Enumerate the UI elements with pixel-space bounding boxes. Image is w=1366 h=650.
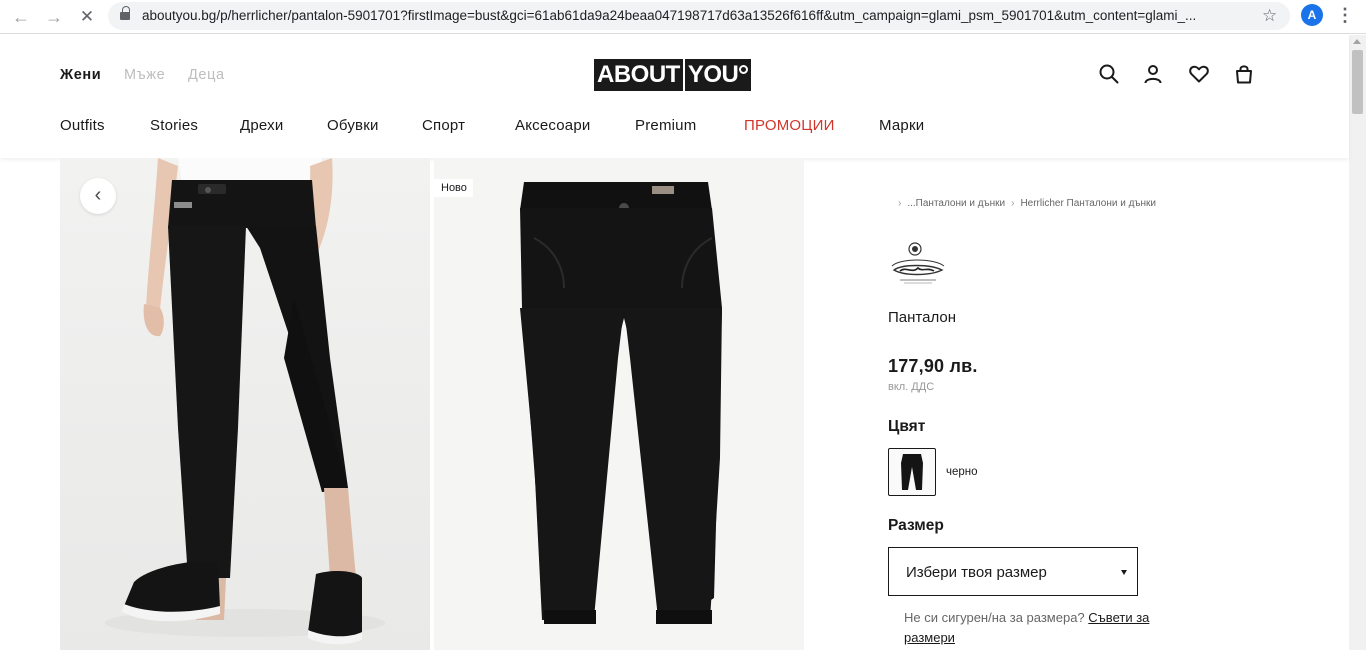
gender-tab-men[interactable]: Мъже bbox=[124, 67, 165, 83]
product-image-model[interactable]: ‹ bbox=[60, 158, 430, 650]
color-name: черно bbox=[946, 466, 978, 478]
chevron-right-icon: › bbox=[1011, 198, 1015, 209]
product-name: Панталон bbox=[888, 309, 956, 326]
breadcrumb: › ...Панталони и дънки › Herrlicher Пантало… bbox=[898, 198, 1156, 209]
back-arrow-icon[interactable]: ← bbox=[8, 4, 34, 30]
vat-note: вкл. ДДС bbox=[888, 381, 935, 393]
search-icon[interactable] bbox=[1098, 63, 1120, 85]
wishlist-heart-icon[interactable] bbox=[1188, 63, 1210, 85]
scroll-thumb[interactable] bbox=[1352, 50, 1363, 114]
nav-clothing[interactable]: Дрехи bbox=[240, 117, 283, 134]
nav-sport[interactable]: Спорт bbox=[422, 117, 465, 134]
scroll-up-arrow-icon[interactable] bbox=[1353, 39, 1361, 44]
address-bar[interactable]: aboutyou.bg/p/herrlicher/pantalon-590170… bbox=[108, 2, 1290, 30]
breadcrumb-item-category[interactable]: ...Панталони и дънки bbox=[907, 198, 1005, 209]
nav-shoes[interactable]: Обувки bbox=[327, 117, 379, 134]
nav-premium[interactable]: Premium bbox=[635, 117, 696, 134]
bookmark-star-icon[interactable]: ☆ bbox=[1262, 6, 1277, 26]
about-you-logo[interactable]: ABOUT YOU bbox=[594, 59, 752, 91]
pants-thumbnail bbox=[901, 454, 923, 490]
gender-tab-kids[interactable]: Деца bbox=[188, 67, 225, 83]
breadcrumb-item-brand[interactable]: Herrlicher Панталони и дънки bbox=[1020, 198, 1156, 209]
nav-promotions[interactable]: ПРОМОЦИИ bbox=[744, 117, 835, 134]
logo-text-left: ABOUT bbox=[594, 59, 683, 91]
product-price: 177,90 лв. bbox=[888, 356, 978, 376]
size-select[interactable]: Избери твоя размер bbox=[888, 547, 1138, 596]
size-advice-text: Не си сигурен/на за размера? bbox=[904, 610, 1085, 625]
product-image-flat[interactable]: Ново bbox=[434, 158, 804, 650]
model-photo-illustration bbox=[105, 158, 385, 645]
profile-avatar[interactable]: A bbox=[1301, 4, 1323, 26]
account-icon[interactable] bbox=[1142, 63, 1164, 85]
stop-loading-icon[interactable]: ✕ bbox=[74, 4, 100, 30]
nav-accessories[interactable]: Аксесоари bbox=[515, 117, 590, 134]
browser-toolbar: ← → ✕ aboutyou.bg/p/herrlicher/pantalon-… bbox=[0, 0, 1366, 34]
pants-photo-illustration bbox=[520, 182, 722, 624]
page-scrollbar[interactable] bbox=[1349, 35, 1366, 650]
color-heading: Цвят bbox=[888, 418, 926, 435]
chevron-right-icon: › bbox=[898, 198, 902, 209]
logo-text-right: YOU bbox=[684, 59, 752, 91]
nav-stories[interactable]: Stories bbox=[150, 117, 198, 134]
url-text[interactable]: aboutyou.bg/p/herrlicher/pantalon-590170… bbox=[142, 8, 1247, 23]
size-advice: Не си сигурен/на за размера? Съвети за р… bbox=[904, 608, 1194, 648]
nav-brands[interactable]: Марки bbox=[879, 117, 924, 134]
category-navigation: Outfits Stories Дрехи Обувки Спорт Аксес… bbox=[0, 117, 1000, 141]
new-badge: Ново bbox=[434, 179, 473, 197]
gender-tab-women[interactable]: Жени bbox=[60, 67, 101, 83]
site-header: Жени Мъже Деца ABOUT YOU Outfits Stories… bbox=[0, 35, 1349, 158]
shopping-bag-icon[interactable] bbox=[1233, 63, 1255, 85]
nav-outfits[interactable]: Outfits bbox=[60, 117, 105, 134]
size-select-label: Избери твоя размер bbox=[906, 564, 1047, 581]
caret-down-icon bbox=[1121, 570, 1127, 575]
herrlicher-brand-logo[interactable] bbox=[886, 240, 948, 286]
gallery-prev-button[interactable]: ‹ bbox=[80, 178, 116, 214]
color-swatch-black[interactable] bbox=[888, 448, 936, 496]
size-heading: Размер bbox=[888, 517, 944, 534]
lock-icon bbox=[120, 6, 130, 21]
browser-menu-icon[interactable]: ⋮ bbox=[1336, 4, 1354, 26]
forward-arrow-icon[interactable]: → bbox=[41, 4, 67, 30]
